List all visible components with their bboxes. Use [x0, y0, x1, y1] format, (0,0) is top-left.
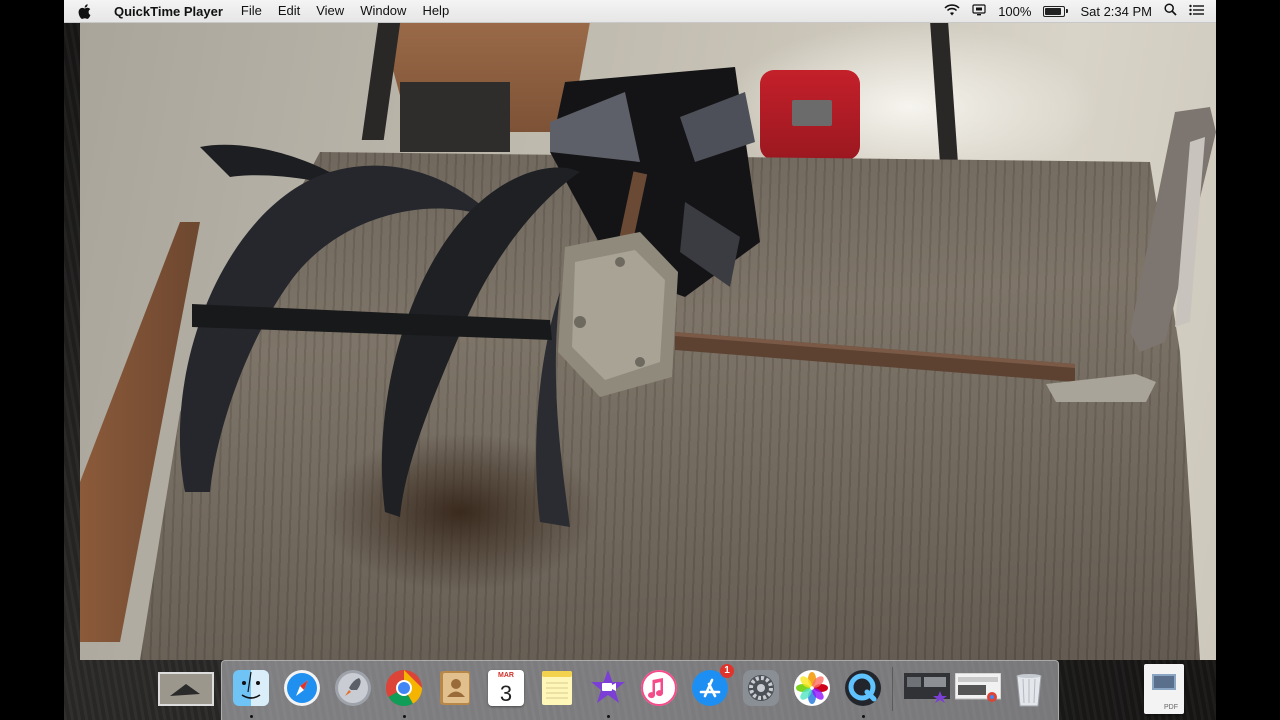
calendar-day: 3	[499, 681, 513, 706]
trash-icon	[1016, 674, 1042, 707]
window-thumbnail-icon	[955, 673, 1001, 702]
dock-app-store[interactable]: 1	[689, 664, 734, 709]
menu-app-name[interactable]: QuickTime Player	[104, 4, 233, 19]
dock-launchpad[interactable]	[332, 667, 374, 709]
photos-icon	[794, 670, 830, 706]
calendar-month: MAR	[498, 672, 514, 679]
menu-help[interactable]: Help	[414, 0, 457, 22]
dock-minimized-window-2[interactable]	[955, 667, 1001, 709]
menu-edit[interactable]: Edit	[270, 0, 308, 22]
dock-running-indicator	[607, 715, 610, 718]
dock-running-indicator	[403, 715, 406, 718]
dock-system-preferences[interactable]	[740, 667, 782, 709]
calendar-icon: MAR 3	[488, 670, 524, 706]
safari-icon	[284, 670, 320, 706]
system-preferences-icon	[743, 670, 779, 706]
wifi-icon[interactable]	[944, 3, 960, 19]
menubar: QuickTime Player File Edit View Window H…	[64, 0, 1216, 23]
notes-icon	[542, 671, 572, 705]
dock-calendar[interactable]: MAR 3	[485, 667, 527, 709]
menubar-clock[interactable]: Sat 2:34 PM	[1080, 4, 1152, 19]
display-mirror-icon[interactable]	[972, 3, 986, 19]
battery-icon[interactable]	[1043, 5, 1069, 17]
dock-notes[interactable]	[536, 667, 578, 709]
dock-chrome[interactable]	[383, 667, 425, 709]
dock-running-indicator	[250, 715, 253, 718]
dock-quicktime[interactable]	[842, 667, 884, 709]
app-store-badge: 1	[720, 664, 734, 678]
dock-contacts[interactable]	[434, 667, 476, 709]
dock: MAR 3 1	[221, 660, 1059, 720]
pdf-file-icon[interactable]: PDF	[1144, 664, 1184, 714]
imovie-icon	[591, 670, 625, 703]
dock-finder[interactable]	[230, 667, 272, 709]
chrome-icon	[385, 670, 422, 707]
dock-itunes[interactable]	[638, 667, 680, 709]
dock-minimized-window-1[interactable]	[904, 667, 950, 709]
dock-running-indicator	[862, 715, 865, 718]
dock-imovie[interactable]	[587, 667, 629, 709]
finder-icon	[233, 670, 269, 706]
pdf-file-label: PDF	[1164, 704, 1178, 711]
quicktime-video-frame[interactable]	[80, 22, 1216, 660]
apple-menu-icon[interactable]	[78, 3, 92, 19]
notification-center-icon[interactable]	[1189, 4, 1204, 19]
dock-trash[interactable]	[1008, 667, 1050, 709]
window-thumbnail-icon	[904, 673, 950, 703]
dock-safari[interactable]	[281, 667, 323, 709]
screen: QuickTime Player File Edit View Window H…	[64, 0, 1216, 720]
spotlight-search-icon[interactable]	[1164, 3, 1177, 19]
contacts-icon	[440, 671, 470, 705]
dock-photos[interactable]	[791, 667, 833, 709]
quicktime-icon	[845, 670, 881, 706]
battery-percent: 100%	[998, 3, 1032, 19]
launchpad-icon	[335, 670, 371, 706]
itunes-icon	[641, 670, 677, 706]
desktop-screenshot-thumbnail[interactable]	[158, 672, 214, 706]
dock-separator	[892, 667, 893, 711]
auger-assembly	[179, 67, 1216, 527]
menubar-status-area: 100% Sat 2:34 PM	[944, 3, 1216, 19]
menu-file[interactable]: File	[233, 0, 270, 22]
menu-view[interactable]: View	[308, 0, 352, 22]
menu-window[interactable]: Window	[352, 0, 414, 22]
